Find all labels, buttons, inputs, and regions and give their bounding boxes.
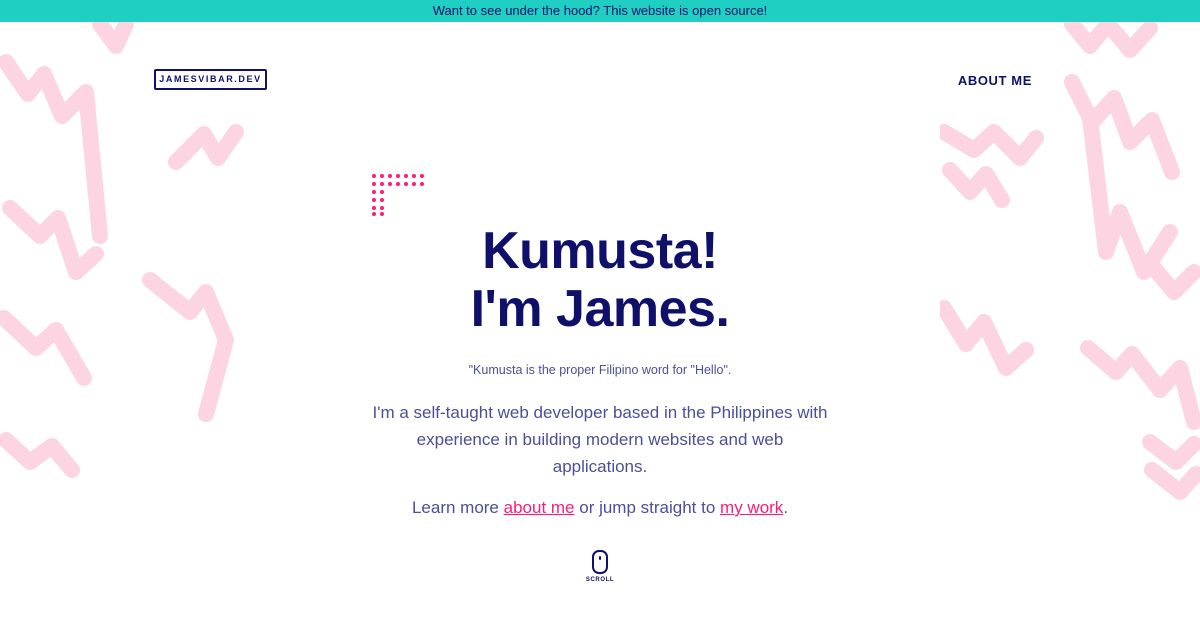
hero-title-line-1: Kumusta! — [482, 222, 718, 280]
hero-cta: Learn more about me or jump straight to … — [0, 498, 1200, 518]
hero-note: "Kumusta is the proper Filipino word for… — [468, 363, 732, 377]
logo-text[interactable]: JAMESVIBAR.DEV — [159, 74, 261, 84]
hero-title: Kumusta! I'm James. — [0, 222, 1200, 338]
nav-about-me[interactable]: ABOUT ME — [958, 73, 1032, 88]
scroll-indicator[interactable]: SCROLL — [580, 550, 620, 583]
scroll-label: SCROLL — [585, 577, 615, 583]
my-work-link[interactable]: my work — [720, 498, 783, 517]
hero-title-line-2: I'm James. — [470, 280, 730, 338]
open-source-banner[interactable]: Want to see under the hood? This website… — [0, 0, 1200, 22]
mouse-scroll-icon[interactable] — [592, 550, 608, 574]
hero-description: I'm a self-taught web developer based in… — [372, 403, 828, 476]
nav-about-label[interactable]: ABOUT ME — [958, 73, 1032, 88]
dot-grid-icon — [371, 173, 425, 217]
banner-text[interactable]: Want to see under the hood? This website… — [433, 3, 768, 18]
cta-prefix: Learn more — [411, 498, 504, 517]
site-logo[interactable]: JAMESVIBAR.DEV — [154, 69, 267, 90]
cta-middle: or jump straight to — [574, 498, 721, 517]
about-me-link[interactable]: about me — [504, 498, 575, 517]
cta-suffix: . — [783, 498, 789, 517]
